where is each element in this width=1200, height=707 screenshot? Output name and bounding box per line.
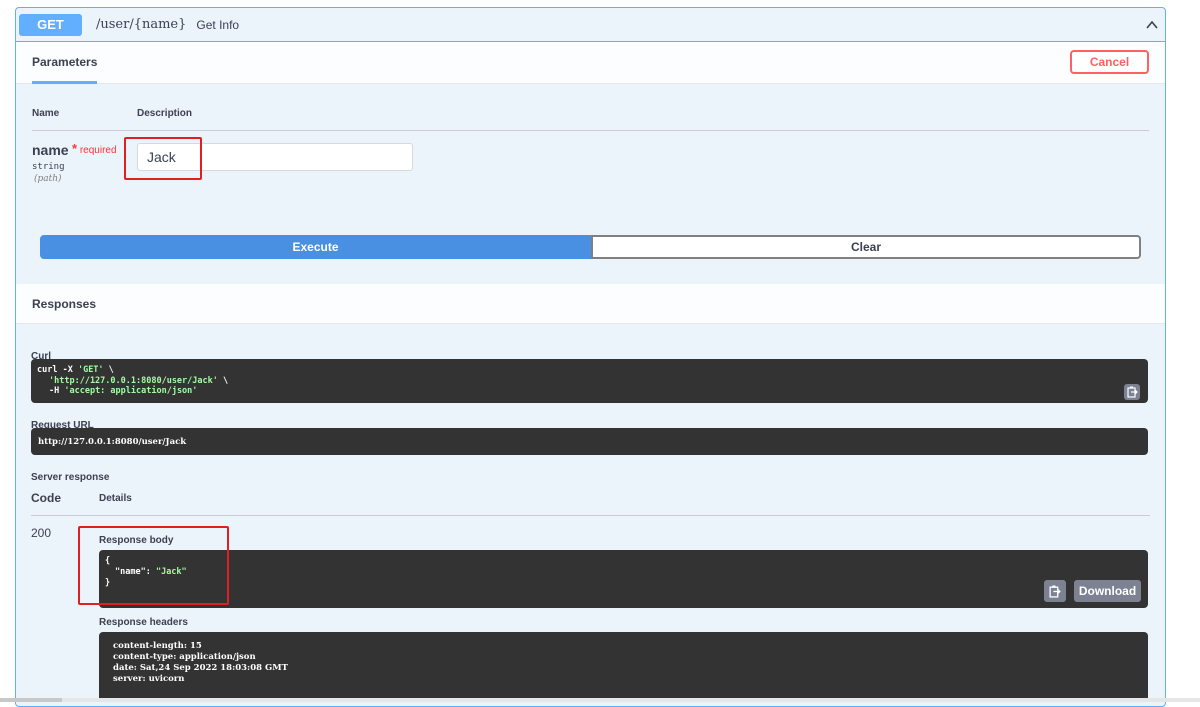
curl-cmd: curl -X (37, 365, 78, 375)
curl-line-1: curl -X 'GET' \ (37, 365, 1142, 376)
status-code: 200 (31, 526, 52, 540)
server-response-label: Server response (31, 472, 110, 483)
curl-line-2: 'http://127.0.0.1:8080/user/Jack' \ (37, 376, 1142, 387)
curl-flag: -H (49, 386, 65, 396)
curl-line-3: -H 'accept: application/json' (37, 386, 1142, 397)
header-line: date: Sat,24 Sep 2022 18:03:08 GMT (113, 663, 288, 673)
body-open: { (105, 556, 111, 566)
curl-url: 'http://127.0.0.1:8080/user/Jack' (49, 375, 218, 386)
code-column-header: Code (31, 491, 61, 505)
header-line: content-type: application/json (113, 652, 256, 662)
body-close: } (105, 578, 111, 588)
curl-method: 'GET' (77, 365, 104, 375)
body-line: "name": "Jack" (105, 567, 1142, 578)
curl-line-end: \ (103, 365, 114, 375)
curl-code-block[interactable]: curl -X 'GET' \ 'http://127.0.0.1:8080/u… (31, 359, 1148, 403)
copy-icon[interactable] (1124, 384, 1140, 400)
scrollbar-thumb[interactable] (0, 698, 62, 702)
response-headers-label: Response headers (99, 617, 188, 628)
body-value: "Jack" (155, 567, 187, 577)
curl-header: 'accept: application/json' (64, 386, 198, 396)
header-line: content-length: 15 (113, 641, 202, 651)
download-button[interactable]: Download (1074, 580, 1141, 602)
body-key: "name": (115, 567, 156, 577)
divider (31, 515, 1150, 516)
header-line: server: uvicorn (113, 674, 185, 684)
curl-line-end: \ (217, 375, 229, 386)
responses-content: Curl curl -X 'GET' \ 'http://127.0.0.1:8… (15, 0, 1166, 702)
response-body-label: Response body (99, 535, 174, 546)
response-body-block[interactable]: { "name": "Jack" } Download (99, 550, 1148, 608)
request-url-block[interactable]: http://127.0.0.1:8080/user/Jack (31, 428, 1148, 455)
copy-icon[interactable] (1044, 580, 1066, 602)
details-column-header: Details (99, 493, 132, 504)
horizontal-scrollbar[interactable] (0, 698, 1200, 702)
response-headers-block[interactable]: content-length: 15 content-type: applica… (99, 632, 1148, 702)
